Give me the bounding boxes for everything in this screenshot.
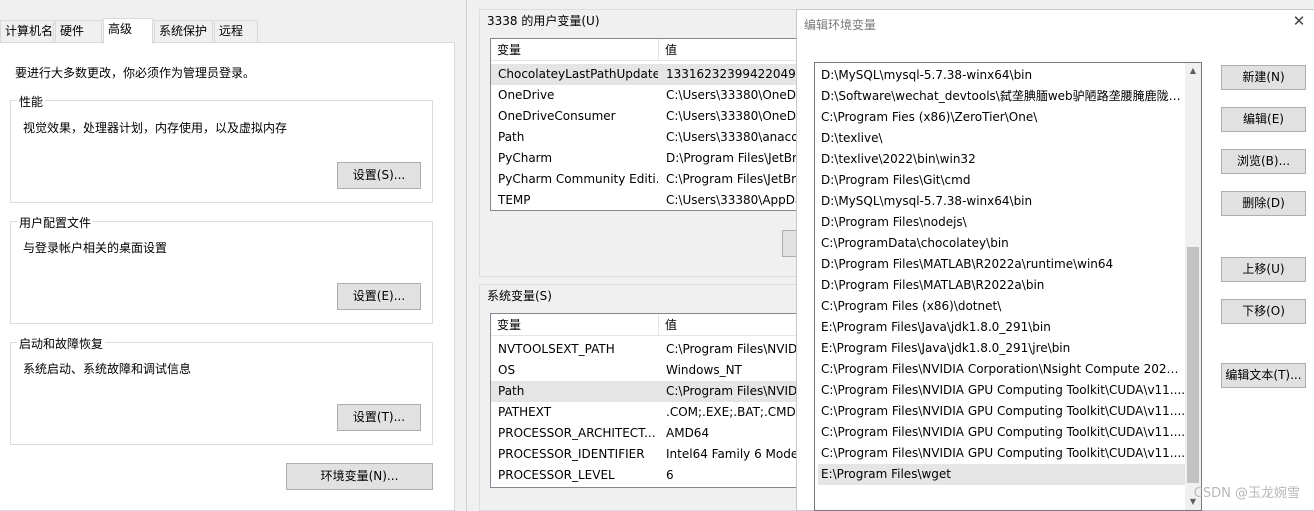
user-var-row[interactable]: TEMP C:\Users\33380\AppData — [491, 190, 829, 210]
user-var-name: Path — [498, 130, 525, 144]
user-vars-label: 3338 的用户变量(U) — [485, 12, 602, 29]
path-list-item[interactable]: D:\Software\wechat_devtools\弑垄腆腼web驴陋路垄腰… — [818, 86, 1186, 107]
edit-text-button[interactable]: 编辑文本(T)... — [1221, 363, 1306, 388]
move-up-button[interactable]: 上移(U) — [1221, 257, 1306, 282]
path-list-item[interactable]: C:\Program Files\NVIDIA GPU Computing To… — [818, 422, 1186, 443]
user-profiles-description: 与登录帐户相关的桌面设置 — [23, 241, 168, 255]
user-profiles-group-title: 用户配置文件 — [17, 214, 94, 231]
system-var-row[interactable]: PROCESSOR_ARCHITECT... AMD64 — [491, 423, 829, 444]
path-list-item[interactable]: D:\MySQL\mysql-5.7.38-winx64\bin — [818, 65, 1186, 86]
user-profiles-settings-button[interactable]: 设置(E)... — [337, 283, 421, 310]
scroll-up-arrow-icon[interactable]: ▲ — [1185, 63, 1201, 79]
tab-advanced[interactable]: 高级 — [103, 18, 153, 44]
delete-button[interactable]: 删除(D) — [1221, 191, 1306, 216]
user-var-name: PyCharm — [498, 151, 553, 165]
user-var-name: OneDriveConsumer — [498, 109, 616, 123]
user-var-row[interactable]: ChocolateyLastPathUpdate 1331623239942204… — [491, 64, 829, 85]
browse-button[interactable]: 浏览(B)... — [1221, 149, 1306, 174]
system-var-row[interactable]: PATHEXT .COM;.EXE;.BAT;.CMD; — [491, 402, 829, 423]
advanced-tab-panel: 要进行大多数更改，你必须作为管理员登录。 性能 视觉效果，处理器计划，内存使用，… — [0, 42, 455, 511]
user-var-name: ChocolateyLastPathUpdate — [498, 67, 658, 81]
system-var-name: Path — [498, 384, 525, 398]
path-list-scrollbar[interactable]: ▲ ▼ — [1185, 63, 1201, 510]
user-vars-list[interactable]: 变量 值 ChocolateyLastPathUpdate 13316232399… — [490, 38, 830, 211]
path-list-item[interactable]: C:\ProgramData\chocolatey\bin — [818, 233, 1186, 254]
system-vars-header: 变量 值 — [491, 314, 829, 336]
path-list-item[interactable]: D:\MySQL\mysql-5.7.38-winx64\bin — [818, 191, 1186, 212]
performance-group: 性能 视觉效果，处理器计划，内存使用，以及虚拟内存 设置(S)... — [10, 93, 433, 203]
system-var-row[interactable]: OS Windows_NT — [491, 360, 829, 381]
user-vars-header: 变量 值 — [491, 39, 829, 61]
user-profiles-group: 用户配置文件 与登录帐户相关的桌面设置 设置(E)... — [10, 214, 433, 324]
startup-recovery-group: 启动和故障恢复 系统启动、系统故障和调试信息 设置(T)... — [10, 335, 433, 445]
system-vars-col-variable[interactable]: 变量 — [491, 314, 659, 336]
path-list-item[interactable]: C:\Program Files\NVIDIA Corporation\Nsig… — [818, 359, 1186, 380]
path-list-item[interactable]: E:\Program Files\wget — [818, 464, 1186, 485]
user-var-row[interactable]: Path C:\Users\33380\anaconda3 — [491, 127, 829, 148]
system-var-name: PROCESSOR_LEVEL — [498, 468, 615, 482]
user-var-row[interactable]: OneDrive C:\Users\33380\OneDrive — [491, 85, 829, 106]
system-properties-window: 计算机名 硬件 高级 系统保护 远程 要进行大多数更改，你必须作为管理员登录。 … — [0, 0, 463, 511]
path-list-item[interactable]: E:\Program Files\Java\jdk1.8.0_291\jre\b… — [818, 338, 1186, 359]
tab-computer-name[interactable]: 计算机名 — [0, 20, 54, 43]
user-var-row[interactable]: PyCharm Community Editi... C:\Program Fil… — [491, 169, 829, 190]
path-list-item[interactable]: D:\texlive\ — [818, 128, 1186, 149]
watermark: CSDN @玉龙婉雪 — [1193, 486, 1300, 501]
path-list-item[interactable]: D:\Program Files\MATLAB\R2022a\runtime\w… — [818, 254, 1186, 275]
scrollbar-thumb[interactable] — [1187, 247, 1199, 483]
path-list-item[interactable]: D:\Program Files\MATLAB\R2022a\bin — [818, 275, 1186, 296]
new-button[interactable]: 新建(N) — [1221, 65, 1306, 90]
admin-note: 要进行大多数更改，你必须作为管理员登录。 — [15, 66, 256, 80]
tab-system-protection[interactable]: 系统保护 — [154, 20, 213, 43]
tab-remote[interactable]: 远程 — [214, 20, 258, 43]
performance-description: 视觉效果，处理器计划，内存使用，以及虚拟内存 — [23, 121, 288, 135]
system-var-row[interactable]: PROCESSOR_IDENTIFIER Intel64 Family 6 Mod… — [491, 444, 829, 465]
move-down-button[interactable]: 下移(O) — [1221, 299, 1306, 324]
performance-settings-button[interactable]: 设置(S)... — [337, 162, 421, 189]
system-var-row[interactable]: NVTOOLSEXT_PATH C:\Program Files\NVIDIA — [491, 339, 829, 360]
user-var-row[interactable]: PyCharm D:\Program Files\JetBrains — [491, 148, 829, 169]
user-var-row[interactable]: OneDriveConsumer C:\Users\33380\OneDrive — [491, 106, 829, 127]
startup-recovery-settings-button[interactable]: 设置(T)... — [337, 404, 421, 431]
path-list-item[interactable]: D:\Program Files\Git\cmd — [818, 170, 1186, 191]
path-list-item[interactable]: E:\Program Files\Java\jdk1.8.0_291\bin — [818, 317, 1186, 338]
path-list-item[interactable]: C:\Program Files\NVIDIA GPU Computing To… — [818, 443, 1186, 464]
edit-button[interactable]: 编辑(E) — [1221, 107, 1306, 132]
performance-group-title: 性能 — [17, 93, 46, 110]
path-list-item[interactable]: D:\texlive\2022\bin\win32 — [818, 149, 1186, 170]
path-list-item[interactable]: C:\Program Files\NVIDIA GPU Computing To… — [818, 380, 1186, 401]
system-var-name: PROCESSOR_IDENTIFIER — [498, 447, 645, 461]
path-list[interactable]: D:\MySQL\mysql-5.7.38-winx64\bin D:\Softw… — [814, 62, 1202, 511]
close-icon[interactable]: ✕ — [1290, 12, 1308, 30]
system-var-name: PROCESSOR_ARCHITECT... — [498, 426, 656, 440]
system-var-row[interactable]: Path C:\Program Files\NVIDIA — [491, 381, 829, 402]
system-vars-label: 系统变量(S) — [485, 287, 554, 304]
tab-hardware[interactable]: 硬件 — [55, 20, 102, 43]
user-var-name: TEMP — [498, 193, 531, 207]
path-list-item[interactable]: D:\Program Files\nodejs\ — [818, 212, 1186, 233]
path-list-item[interactable]: C:\Program Fies (x86)\ZeroTier\One\ — [818, 107, 1186, 128]
dialog-title: 编辑环境变量 — [804, 18, 877, 32]
path-list-item[interactable]: C:\Program Files\NVIDIA GPU Computing To… — [818, 401, 1186, 422]
startup-recovery-description: 系统启动、系统故障和调试信息 — [23, 362, 192, 376]
user-var-name: OneDrive — [498, 88, 555, 102]
user-var-name: PyCharm Community Editi... — [498, 172, 658, 186]
system-var-name: PATHEXT — [498, 405, 552, 419]
environment-variables-button[interactable]: 环境变量(N)... — [286, 463, 433, 490]
user-vars-col-variable[interactable]: 变量 — [491, 39, 659, 61]
system-var-name: NVTOOLSEXT_PATH — [498, 342, 615, 356]
system-vars-list[interactable]: 变量 值 NVTOOLSEXT_PATH C:\Program Files\NVI… — [490, 313, 830, 488]
edit-environment-variable-dialog: 编辑环境变量 ✕ D:\MySQL\mysql-5.7.38-winx64\bi… — [796, 9, 1314, 511]
system-var-row[interactable]: PROCESSOR_LEVEL 6 — [491, 465, 829, 486]
startup-recovery-group-title: 启动和故障恢复 — [17, 335, 106, 352]
path-list-item[interactable]: C:\Program Files (x86)\dotnet\ — [818, 296, 1186, 317]
system-var-name: OS — [498, 363, 516, 377]
